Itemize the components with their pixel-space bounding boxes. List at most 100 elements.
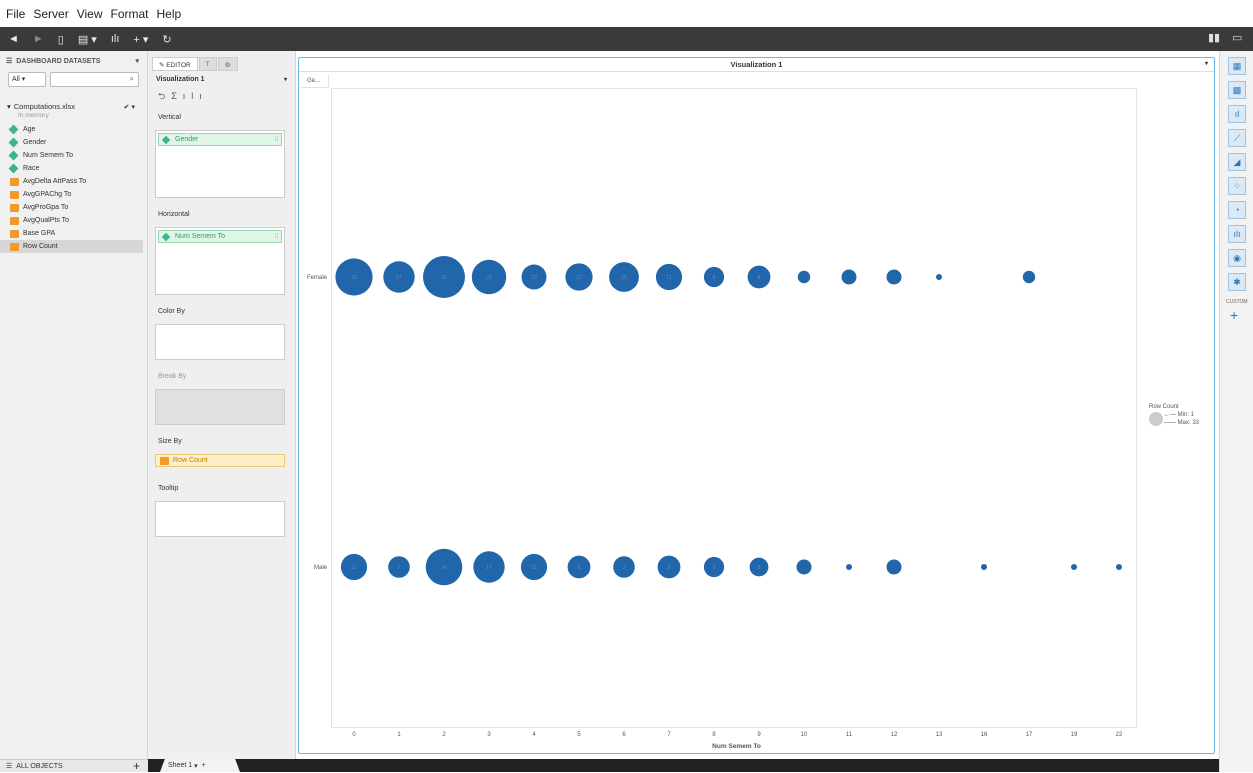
present-icon[interactable]: ▭: [1232, 31, 1242, 44]
field-item[interactable]: Row Count: [0, 240, 143, 253]
tab-sheet-1[interactable]: Sheet 1 ▾ +: [160, 759, 240, 772]
combo-chart-icon[interactable]: ılı: [1228, 225, 1246, 243]
bubble-label: 8: [578, 565, 581, 571]
network-icon[interactable]: ✱: [1228, 273, 1246, 291]
field-item[interactable]: AvgDelta AttPass To: [0, 175, 147, 188]
data-bubble[interactable]: [846, 564, 852, 570]
data-bubble[interactable]: [936, 274, 942, 280]
sum-icon[interactable]: Σ: [171, 91, 183, 101]
tab-editor[interactable]: ✎ EDITOR: [152, 57, 198, 71]
menu-format[interactable]: Format: [110, 7, 148, 21]
bubble-label: 6: [713, 565, 716, 571]
tab-format[interactable]: ⚙: [217, 57, 238, 71]
dashboard-icon[interactable]: ▮▮: [1208, 31, 1220, 44]
dataset-filter-select[interactable]: All ▾: [8, 72, 46, 87]
map-icon[interactable]: ◉: [1228, 249, 1246, 267]
add-data-icon[interactable]: ▤ ▾: [78, 33, 97, 46]
data-bubble[interactable]: [886, 559, 902, 575]
data-bubble[interactable]: [1071, 564, 1077, 570]
dataset-check-icon[interactable]: ✔ ▾: [124, 103, 135, 111]
vertical-dropzone[interactable]: Gender ⁞⁞: [155, 130, 285, 198]
bubble-label: 7: [623, 565, 626, 571]
data-bubble[interactable]: [796, 559, 812, 575]
chevron-down-icon[interactable]: ▾: [1205, 58, 1208, 71]
menu-file[interactable]: File: [6, 7, 25, 21]
field-item[interactable]: AvgGPAChg To: [0, 188, 147, 201]
back-icon[interactable]: ◄: [8, 33, 19, 45]
metric-icon: [10, 177, 19, 186]
legend-min: ←— Min: 1: [1164, 412, 1195, 418]
chart-options-icon[interactable]: ılı: [183, 91, 208, 101]
sheet-bar: Sheet 1 ▾ +: [148, 759, 1219, 772]
field-label: Gender: [23, 139, 47, 146]
x-tick-label: 17: [1026, 732, 1033, 738]
size-by-dropzone[interactable]: Row Count: [155, 454, 285, 472]
bubble-label: 10: [531, 275, 537, 281]
data-bubble[interactable]: [841, 269, 857, 285]
field-item[interactable]: Gender: [0, 136, 147, 149]
bubble-label: 25: [351, 275, 357, 281]
field-label: Age: [23, 126, 36, 133]
expand-icon[interactable]: ▾: [7, 102, 11, 111]
add-custom-icon[interactable]: +: [1230, 307, 1253, 323]
swap-icon[interactable]: ⮌: [158, 91, 171, 101]
insert-visualization-icon[interactable]: ılı: [111, 33, 120, 45]
refresh-icon[interactable]: ↻: [162, 33, 171, 46]
x-tick-label: 7: [667, 732, 671, 738]
field-item[interactable]: AvgProGpa To: [0, 201, 147, 214]
metric-icon: [10, 229, 19, 238]
data-bubble[interactable]: [1116, 564, 1122, 570]
save-icon[interactable]: ▯: [58, 33, 64, 46]
field-item[interactable]: Num Semem To: [0, 149, 147, 162]
line-chart-icon[interactable]: ⟋: [1228, 129, 1246, 147]
x-tick-label: 3: [487, 732, 491, 738]
y-tick-label: Male: [314, 565, 328, 571]
dataset-row[interactable]: ▾ Computations.xlsx ✔ ▾: [0, 101, 147, 112]
add-icon[interactable]: +: [133, 759, 140, 773]
menu-view[interactable]: View: [77, 7, 103, 21]
data-bubble[interactable]: [1022, 270, 1036, 284]
field-item[interactable]: Race: [0, 162, 147, 175]
area-chart-icon[interactable]: ◢: [1228, 153, 1246, 171]
horizontal-dropzone[interactable]: Num Semem To ⁞⁞: [155, 227, 285, 295]
datasets-icon: ☰: [6, 58, 13, 65]
row-count-pill[interactable]: Row Count: [155, 454, 285, 467]
menu-help[interactable]: Help: [157, 7, 182, 21]
menu-server[interactable]: Server: [33, 7, 68, 21]
heatmap-icon[interactable]: ▩: [1228, 81, 1246, 99]
tab-filter[interactable]: T: [198, 57, 217, 71]
search-input[interactable]: ⌕: [50, 72, 139, 87]
num-semem-pill[interactable]: Num Semem To ⁞⁞: [158, 230, 282, 243]
x-tick-label: 1: [397, 732, 401, 738]
visualization-select[interactable]: Visualization 1 ▾: [152, 73, 291, 85]
data-bubble[interactable]: [981, 564, 987, 570]
bubble-label: 11: [531, 565, 536, 571]
size-legend: Row Count ←— Min: 1 —— Max: 33: [1149, 404, 1199, 426]
grid-icon[interactable]: ▦: [1228, 57, 1246, 75]
x-tick-label: 5: [577, 732, 581, 738]
bubble-chart-icon[interactable]: ⁘: [1228, 177, 1246, 195]
forward-icon[interactable]: ►: [33, 33, 44, 45]
data-bubble[interactable]: [797, 270, 811, 284]
add-object-icon[interactable]: + ▾: [133, 33, 148, 46]
visualization-container[interactable]: Visualization 1 ▾ Ge... Female Male 0 1 2 3 4 5 6…: [298, 57, 1215, 754]
pie-chart-icon[interactable]: ◔: [1228, 201, 1246, 219]
color-by-dropzone[interactable]: [155, 324, 285, 360]
all-objects-label[interactable]: ALL OBJECTS: [16, 763, 62, 770]
data-bubble[interactable]: [886, 269, 902, 285]
field-item[interactable]: AvgQualPts To: [0, 214, 147, 227]
x-tick-label: 8: [712, 732, 716, 738]
bar-chart-icon[interactable]: ıl: [1228, 105, 1246, 123]
field-label: AvgProGpa To: [23, 204, 69, 211]
bubble-label: 17: [396, 275, 402, 281]
tooltip-dropzone[interactable]: [155, 501, 285, 537]
objects-icon: ☰: [6, 763, 13, 770]
legend-max: —— Max: 33: [1164, 420, 1200, 426]
x-tick-label: 19: [1071, 732, 1078, 738]
field-item[interactable]: Age: [0, 123, 147, 136]
add-sheet-icon[interactable]: +: [202, 762, 206, 769]
field-item[interactable]: Base GPA: [0, 227, 147, 240]
menu-bar: File Server View Format Help: [0, 0, 1253, 27]
chevron-down-icon[interactable]: ▾: [135, 57, 139, 65]
gender-pill[interactable]: Gender ⁞⁞: [158, 133, 282, 146]
